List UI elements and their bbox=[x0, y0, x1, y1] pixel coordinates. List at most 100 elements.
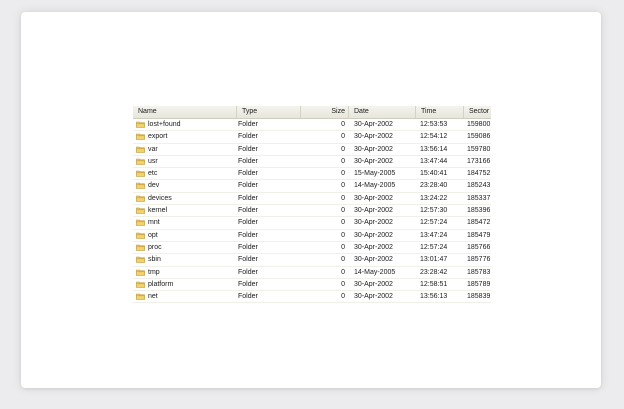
file-date: 30-Apr-2002 bbox=[354, 256, 393, 264]
folder-icon bbox=[136, 244, 145, 251]
folder-icon bbox=[136, 293, 145, 300]
column-header-type[interactable]: Type bbox=[237, 106, 301, 118]
file-sector: 173166 bbox=[467, 157, 491, 165]
file-name: kernel bbox=[148, 207, 168, 215]
file-size: 0 bbox=[341, 194, 345, 202]
file-sector: 185766 bbox=[467, 243, 491, 251]
column-header-sector[interactable]: Sector bbox=[464, 106, 491, 118]
file-type: Folder bbox=[238, 268, 258, 276]
table-row[interactable]: export Folder 0 30-Apr-2002 12:54:12 159086 bbox=[133, 131, 491, 144]
file-size: 0 bbox=[341, 243, 345, 251]
file-size: 0 bbox=[341, 182, 345, 190]
table-row[interactable]: dev Folder 0 14-May-2005 23:28:40 185243 bbox=[133, 180, 491, 193]
column-header-size[interactable]: Size bbox=[301, 106, 349, 118]
folder-icon bbox=[136, 269, 145, 276]
column-header-date[interactable]: Date bbox=[349, 106, 416, 118]
file-time: 12:58:51 bbox=[420, 280, 448, 288]
file-sector: 185789 bbox=[467, 280, 491, 288]
file-sector: 185839 bbox=[467, 293, 491, 301]
table-row[interactable]: devices Folder 0 30-Apr-2002 13:24:22 185337 bbox=[133, 193, 491, 206]
folder-icon bbox=[136, 158, 145, 165]
file-sector: 159800 bbox=[467, 121, 491, 128]
file-sector: 185337 bbox=[467, 194, 491, 202]
file-time: 13:47:44 bbox=[420, 157, 448, 165]
table-row[interactable]: homeFolder0 30-Apr-200213:19:05185845 bbox=[133, 303, 491, 304]
file-size: 0 bbox=[341, 280, 345, 288]
file-date: 30-Apr-2002 bbox=[354, 219, 393, 227]
file-name: var bbox=[148, 145, 158, 153]
table-row[interactable]: proc Folder 0 30-Apr-2002 12:57:24 185766 bbox=[133, 242, 491, 255]
folder-icon bbox=[136, 256, 145, 264]
file-name: mnt bbox=[148, 219, 160, 227]
file-name: etc bbox=[148, 170, 158, 178]
column-header-time[interactable]: Time bbox=[416, 106, 464, 118]
file-sector: 185776 bbox=[467, 256, 491, 264]
file-sector: 185479 bbox=[467, 231, 491, 239]
folder-icon bbox=[136, 220, 145, 227]
file-size: 0 bbox=[341, 293, 345, 301]
file-size: 0 bbox=[301, 303, 345, 304]
file-time: 13:56:14 bbox=[420, 145, 448, 153]
file-size: 0 bbox=[341, 256, 345, 264]
table-row[interactable]: tmp Folder 0 14-May-2005 23:28:42 185783 bbox=[133, 267, 491, 279]
file-date: 30-Apr-2002 bbox=[354, 243, 393, 251]
file-time: 15:40:41 bbox=[420, 170, 448, 178]
table-row[interactable]: sbin Folder 0 30-Apr-2002 13:01:47 185776 bbox=[133, 254, 491, 267]
folder-icon bbox=[136, 232, 145, 239]
file-name: platform bbox=[148, 280, 174, 288]
file-sector: 159780 bbox=[467, 145, 491, 153]
file-type: Folder bbox=[238, 207, 258, 215]
file-size: 0 bbox=[341, 268, 345, 276]
file-rows: lost+found Folder 0 30-Apr-2002 12:53:53 1598… bbox=[133, 119, 491, 304]
file-size: 0 bbox=[341, 145, 345, 153]
file-name: export bbox=[148, 133, 168, 141]
file-type: Folder bbox=[238, 194, 258, 202]
file-time: 13:19:05 bbox=[420, 303, 466, 304]
file-type: Folder bbox=[238, 219, 258, 227]
table-row[interactable]: usr Folder 0 30-Apr-2002 13:47:44 173166 bbox=[133, 156, 491, 169]
file-name: net bbox=[148, 293, 158, 301]
table-row[interactable]: etc Folder 0 15-May-2005 15:40:41 184752 bbox=[133, 168, 491, 181]
file-type: Folder bbox=[238, 133, 258, 141]
file-type: Folder bbox=[238, 303, 298, 304]
file-time: 12:57:24 bbox=[420, 219, 448, 227]
file-type: Folder bbox=[238, 280, 258, 288]
file-date: 30-Apr-2002 bbox=[354, 293, 393, 301]
file-name: tmp bbox=[148, 268, 160, 276]
file-name: home bbox=[148, 303, 236, 304]
file-sector: 185783 bbox=[467, 268, 491, 276]
file-time: 12:57:30 bbox=[420, 207, 448, 215]
file-type: Folder bbox=[238, 182, 258, 190]
table-row[interactable]: mnt Folder 0 30-Apr-2002 12:57:24 185472 bbox=[133, 217, 491, 230]
file-size: 0 bbox=[341, 207, 345, 215]
table-row[interactable]: net Folder 0 30-Apr-2002 13:56:13 185839 bbox=[133, 291, 491, 304]
file-date: 30-Apr-2002 bbox=[354, 157, 393, 165]
file-date: 30-Apr-2002 bbox=[354, 231, 393, 239]
folder-icon bbox=[136, 183, 145, 190]
file-date: 30-Apr-2002 bbox=[354, 133, 393, 141]
file-name: dev bbox=[148, 182, 160, 190]
table-row[interactable]: platform Folder 0 30-Apr-2002 12:58:51 185789 bbox=[133, 279, 491, 292]
file-date: 30-Apr-2002 bbox=[354, 280, 393, 288]
folder-icon bbox=[136, 195, 145, 202]
file-name: lost+found bbox=[148, 121, 181, 128]
file-time: 13:56:13 bbox=[420, 293, 448, 301]
file-size: 0 bbox=[341, 133, 345, 141]
file-list-view[interactable]: Name Type Size Date Time Sector lost+fou… bbox=[133, 106, 491, 304]
file-size: 0 bbox=[341, 170, 345, 178]
column-header-name[interactable]: Name bbox=[133, 106, 237, 118]
table-row[interactable]: var Folder 0 30-Apr-2002 13:56:14 159780 bbox=[133, 144, 491, 156]
file-name: devices bbox=[148, 194, 172, 202]
table-row[interactable]: kernel Folder 0 30-Apr-2002 12:57:30 185396 bbox=[133, 205, 491, 218]
file-date: 30-Apr-2002 bbox=[354, 145, 393, 153]
table-row[interactable]: lost+found Folder 0 30-Apr-2002 12:53:53 1598… bbox=[133, 119, 491, 132]
file-time: 23:28:40 bbox=[420, 182, 448, 190]
file-name: proc bbox=[148, 243, 162, 251]
table-row[interactable]: opt Folder 0 30-Apr-2002 13:47:24 185479 bbox=[133, 230, 491, 242]
file-date: 14-May-2005 bbox=[354, 268, 396, 276]
file-time: 13:24:22 bbox=[420, 194, 448, 202]
file-time: 23:28:42 bbox=[420, 268, 448, 276]
file-size: 0 bbox=[341, 219, 345, 227]
file-time: 12:53:53 bbox=[420, 121, 448, 128]
file-date: 30-Apr-2002 bbox=[354, 194, 393, 202]
